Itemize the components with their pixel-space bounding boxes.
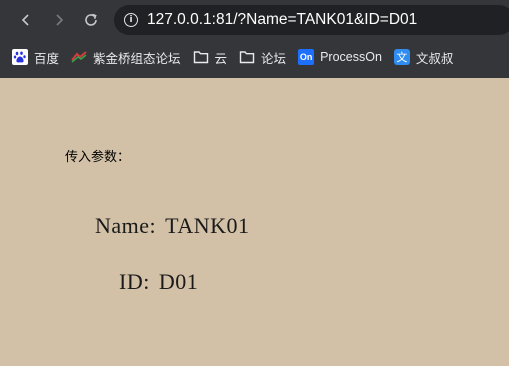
- id-value: D01: [158, 269, 199, 294]
- bookmark-label: ProcessOn: [320, 50, 382, 64]
- bookmark-folder-forum[interactable]: 论坛: [233, 43, 292, 71]
- reload-button[interactable]: [79, 8, 103, 32]
- bookmark-baidu[interactable]: 百度: [6, 43, 65, 71]
- back-button[interactable]: [14, 8, 38, 32]
- bookmark-label: 论坛: [261, 51, 287, 66]
- browser-toolbar: i 127.0.0.1:81/?Name=TANK01&ID=D01: [0, 0, 509, 40]
- bookmarks-bar: 百度 紫金桥组态论坛 云 论坛 On ProcessOn 文 文叔叔: [0, 40, 509, 74]
- address-bar[interactable]: i 127.0.0.1:81/?Name=TANK01&ID=D01: [114, 5, 509, 35]
- bookmark-folder-cloud[interactable]: 云: [187, 43, 234, 71]
- id-key: ID:: [119, 269, 150, 294]
- name-value: TANK01: [165, 213, 250, 238]
- id-param-row: ID: D01: [119, 269, 198, 295]
- bookmark-processon[interactable]: On ProcessOn: [292, 43, 388, 71]
- wenshushu-icon: 文: [393, 49, 410, 65]
- folder-icon: [193, 49, 209, 65]
- name-param-row: Name: TANK01: [95, 213, 250, 239]
- bookmark-label: 文叔叔: [415, 51, 454, 66]
- site-info-icon[interactable]: i: [124, 13, 138, 27]
- folder-icon: [239, 49, 255, 65]
- bookmark-label: 百度: [34, 51, 60, 66]
- url-host: 127.0.0.1: [147, 11, 212, 28]
- bookmark-label: 紫金桥组态论坛: [93, 51, 181, 66]
- forum-favicon: [71, 49, 87, 65]
- arrow-right-icon: [56, 14, 64, 26]
- browser-chrome: i 127.0.0.1:81/?Name=TANK01&ID=D01 百度 紫金…: [0, 0, 509, 78]
- forward-button[interactable]: [47, 8, 71, 32]
- page-content: 传入参数： Name: TANK01 ID: D01: [0, 78, 509, 366]
- params-label: 传入参数：: [65, 150, 131, 165]
- url-path: :81/?Name=TANK01&ID=D01: [211, 11, 418, 28]
- url-text[interactable]: 127.0.0.1:81/?Name=TANK01&ID=D01: [147, 11, 417, 29]
- baidu-icon: [12, 49, 28, 65]
- reload-icon: [85, 13, 97, 26]
- arrow-left-icon: [21, 14, 29, 26]
- name-key: Name:: [95, 213, 157, 238]
- bookmark-zijinqiao-forum[interactable]: 紫金桥组态论坛: [65, 43, 187, 71]
- bookmark-wenshushu[interactable]: 文 文叔叔: [388, 43, 460, 71]
- bookmark-label: 云: [214, 51, 228, 66]
- processon-icon: On: [298, 49, 315, 65]
